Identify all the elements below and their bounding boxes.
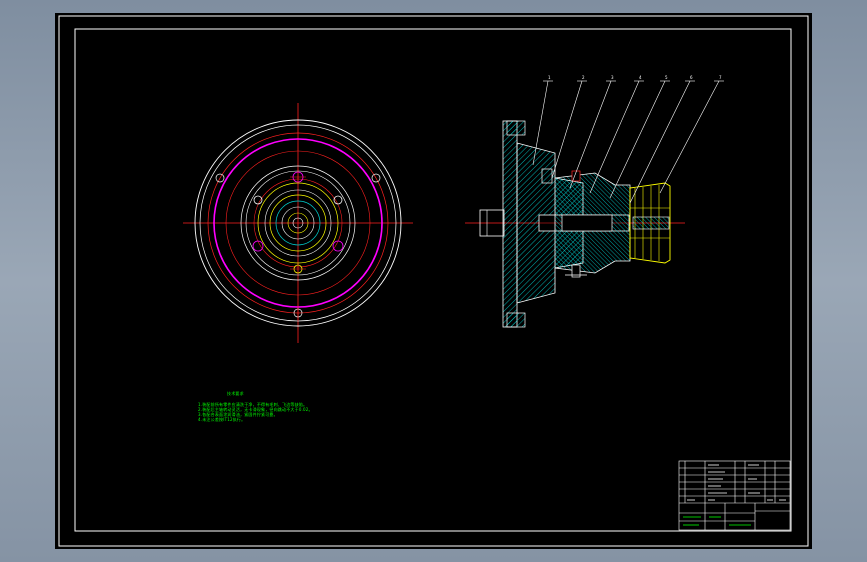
inner-frame <box>74 28 792 532</box>
front-view <box>183 103 413 343</box>
flange <box>502 120 518 328</box>
notes-line-4: 4.未注公差按IT12执行。 <box>198 417 246 422</box>
balloon-3: 3 <box>611 75 614 80</box>
balloon-2: 2 <box>582 75 585 80</box>
balloon-6: 6 <box>690 75 693 80</box>
balloon-4: 4 <box>639 75 642 80</box>
outer-frame <box>58 15 809 547</box>
notes-title: 技术要求 <box>227 391 244 396</box>
cad-drawing: 1 2 3 4 5 6 7 <box>58 15 809 547</box>
balloon-1: 1 <box>548 75 551 80</box>
title-block <box>678 460 791 531</box>
balloon-labels: 1 2 3 4 5 6 7 <box>548 75 722 80</box>
title-block-text-marks <box>687 464 786 501</box>
drawing-sheet: 1 2 3 4 5 6 7 技术要求 1.装配前所有零件应清洗干净，不得有毛刺、… <box>55 13 812 549</box>
balloon-7: 7 <box>719 75 722 80</box>
balloon-5: 5 <box>665 75 668 80</box>
section-view: 1 2 3 4 5 6 7 <box>465 75 724 328</box>
